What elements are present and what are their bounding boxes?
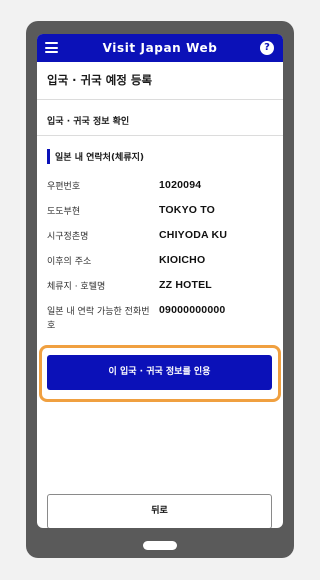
- field-value: TOKYO TO: [159, 204, 216, 216]
- divider: [37, 135, 283, 136]
- device-frame: Visit Japan Web ? 입국 · 귀국 예정 등록 입국 · 귀국 …: [26, 21, 294, 558]
- subheading-label: 일본 내 연락처(체류지): [55, 152, 145, 163]
- top-navigation-bar: Visit Japan Web ?: [37, 34, 283, 62]
- field-label: 이후의 주소: [47, 257, 92, 267]
- field-label: 도도부현: [47, 207, 81, 217]
- page-title: 입국 · 귀국 예정 등록: [47, 73, 153, 87]
- subheading-accent-bar: [47, 148, 50, 164]
- field-label: 체류지 · 호텔명: [47, 282, 106, 292]
- field-label: 시구정촌명: [47, 232, 89, 242]
- back-button[interactable]: 뒤로: [47, 494, 272, 528]
- section-title: 입국 · 귀국 정보 확인: [47, 117, 130, 127]
- field-value: 09000000000: [159, 304, 226, 316]
- app-title: Visit Japan Web: [102, 41, 218, 55]
- app-screen: Visit Japan Web ? 입국 · 귀국 예정 등록 입국 · 귀국 …: [37, 34, 283, 528]
- question-icon[interactable]: ?: [260, 41, 274, 55]
- home-button[interactable]: [143, 541, 177, 550]
- field-label: 우편번호: [47, 182, 81, 192]
- field-value: KIOICHO: [159, 254, 206, 266]
- highlight-outline: [39, 345, 281, 402]
- contact-subheading: 일본 내 연락처(체류지): [47, 148, 144, 164]
- field-value: ZZ HOTEL: [159, 279, 212, 291]
- field-value: 1020094: [159, 179, 202, 191]
- divider: [37, 99, 283, 100]
- field-label: 일본 내 연락 가능한 전화번호: [47, 307, 150, 331]
- field-value: CHIYODA KU: [159, 229, 228, 241]
